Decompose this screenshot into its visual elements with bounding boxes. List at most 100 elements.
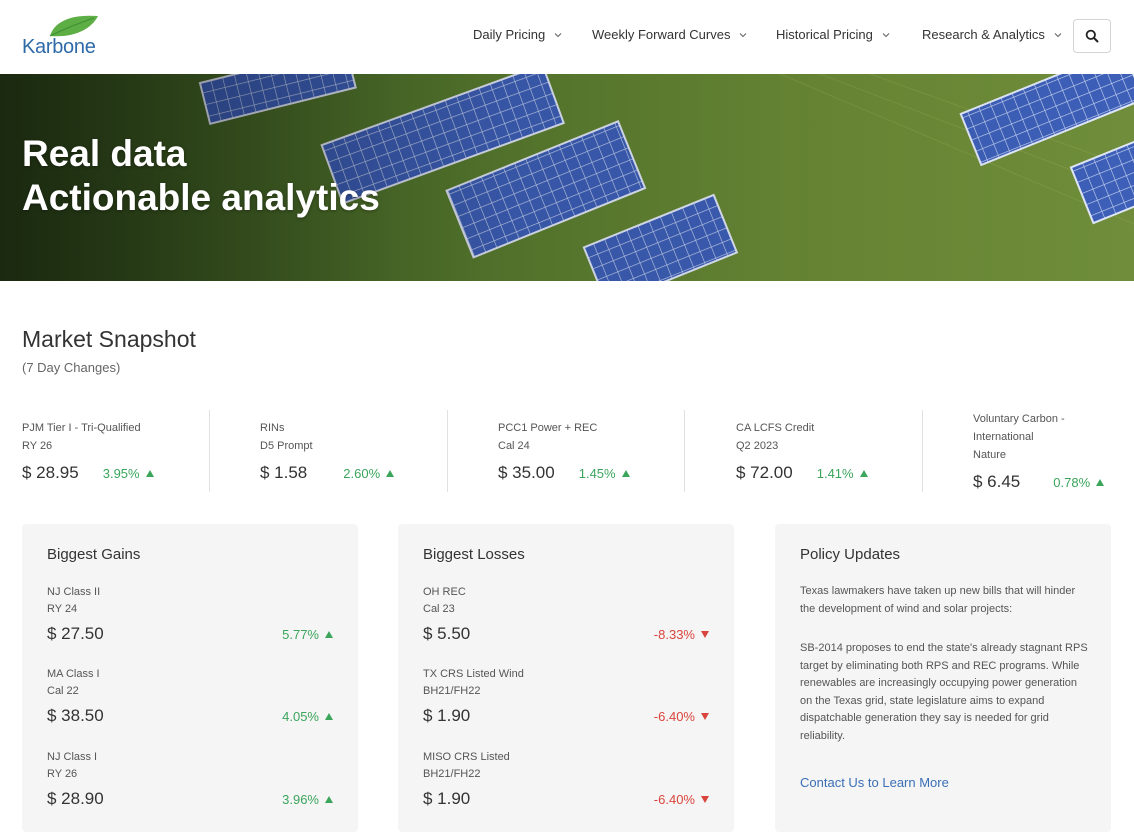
list-item[interactable]: MA Class I Cal 22 $ 38.50 4.05% — [47, 666, 333, 726]
card-title: Biggest Gains — [47, 546, 141, 563]
divider-line — [209, 410, 210, 492]
product-values: $ 38.50 4.05% — [47, 706, 333, 726]
up-arrow-icon — [325, 712, 333, 720]
product-price: $ 27.50 — [47, 624, 104, 643]
ticker-name: Voluntary Carbon - — [973, 413, 1065, 425]
product-name: OH REC — [423, 586, 466, 598]
policy-details: SB-2014 proposes to end the state's alre… — [800, 642, 1088, 742]
divider-line — [922, 410, 923, 492]
ticker-change: 1.41% — [817, 466, 868, 481]
contact-us-link[interactable]: Contact Us to Learn More — [800, 775, 949, 790]
change-value: 3.95% — [102, 466, 140, 481]
ticker-item[interactable]: PCC1 Power + REC Cal 24 $ 35.00 1.45% — [498, 410, 678, 492]
product-price: $ 38.50 — [47, 706, 104, 725]
chevron-down-icon — [882, 32, 890, 37]
ticker-divider — [209, 410, 210, 492]
list-item[interactable]: NJ Class I RY 26 $ 28.90 3.96% — [47, 749, 333, 809]
product-values: $ 1.90 -6.40% — [423, 706, 709, 726]
nav-label: Historical Pricing — [776, 27, 873, 42]
product-price: $ 1.90 — [423, 706, 471, 725]
card-title: Policy Updates — [800, 546, 901, 563]
product-change: -6.40% — [654, 709, 709, 724]
chevron-down-icon — [554, 32, 562, 37]
ticker-divider — [922, 410, 923, 492]
ticker-values: $ 1.58 2.60% — [260, 463, 440, 483]
chevron-down-icon — [1054, 32, 1062, 37]
product-price: $ 5.50 — [423, 624, 471, 643]
ticker-divider — [447, 410, 448, 492]
product-term: RY 26 — [47, 768, 78, 780]
ticker-name: PJM Tier I - Tri-Qualified — [22, 422, 141, 434]
change-value: -8.33% — [653, 626, 695, 642]
search-icon — [1085, 29, 1099, 43]
product-change: 4.05% — [282, 709, 333, 724]
ticker-term: Q2 2023 — [736, 440, 779, 452]
ticker-item[interactable]: CA LCFS Credit Q2 2023 $ 72.00 1.41% — [736, 410, 916, 492]
chevron-down-icon — [740, 32, 747, 37]
up-arrow-icon — [145, 470, 154, 477]
list-item[interactable]: OH REC Cal 23 $ 5.50 -8.33% — [423, 584, 709, 644]
product-values: $ 27.50 5.77% — [47, 624, 333, 644]
section-title: Market Snapshot — [22, 326, 196, 352]
nav-daily-pricing[interactable]: Daily Pricing — [473, 27, 562, 42]
ticker-price: $ 28.95 — [22, 463, 79, 482]
up-arrow-icon — [325, 795, 333, 803]
ticker-item[interactable]: PJM Tier I - Tri-Qualified RY 26 $ 28.95… — [22, 410, 202, 492]
product-values: $ 28.90 3.96% — [47, 789, 333, 809]
ticker-price: $ 72.00 — [736, 463, 793, 482]
biggest-gains-card: Biggest Gains NJ Class II RY 24 $ 27.50 … — [22, 524, 358, 832]
karbone-logo[interactable]: Karbone — [22, 14, 112, 62]
ticker-values: $ 6.45 0.78% — [973, 472, 1123, 492]
product-change: -6.40% — [654, 792, 709, 807]
hero-line-2: Actionable analytics — [22, 177, 380, 218]
ticker-name-3: Nature — [973, 449, 1007, 461]
ticker-term: Cal 24 — [498, 440, 530, 452]
policy-updates-card: Policy Updates Texas lawmakers have take… — [775, 524, 1111, 832]
ticker-name-2: International — [973, 431, 1034, 443]
divider-line — [447, 410, 448, 492]
change-value: 1.45% — [578, 466, 616, 481]
up-arrow-icon — [386, 470, 395, 477]
product-price: $ 1.90 — [423, 789, 471, 808]
search-button[interactable] — [1073, 19, 1111, 53]
change-value: 0.78% — [1053, 475, 1091, 490]
ticker-price: $ 6.45 — [973, 472, 1021, 491]
ticker-values: $ 35.00 1.45% — [498, 463, 678, 483]
divider-line — [684, 410, 685, 492]
section-subtitle: (7 Day Changes) — [22, 360, 121, 375]
ticker-change: 2.60% — [343, 466, 395, 481]
product-change: 5.77% — [282, 627, 333, 642]
card-title: Biggest Losses — [423, 546, 525, 563]
list-item[interactable]: NJ Class II RY 24 $ 27.50 5.77% — [47, 584, 333, 644]
change-value: 1.41% — [816, 466, 854, 481]
product-name: NJ Class II — [47, 586, 101, 598]
ticker-term: D5 Prompt — [260, 440, 313, 452]
product-price: $ 28.90 — [47, 789, 104, 808]
ticker-item[interactable]: RINs D5 Prompt $ 1.58 2.60% — [260, 410, 440, 492]
list-item[interactable]: TX CRS Listed Wind BH21/FH22 $ 1.90 -6.4… — [423, 666, 709, 726]
leaf-icon — [49, 15, 98, 37]
ticker-values: $ 72.00 1.41% — [736, 463, 916, 483]
nav-label: Research & Analytics — [922, 27, 1045, 42]
ticker-item[interactable]: Voluntary Carbon - International Nature … — [973, 410, 1123, 492]
down-arrow-icon — [701, 630, 709, 638]
nav-weekly-forward-curves[interactable]: Weekly Forward Curves — [592, 27, 747, 42]
ticker-name: PCC1 Power + REC — [498, 422, 598, 434]
product-term: RY 24 — [47, 603, 78, 615]
ticker-term: RY 26 — [22, 440, 53, 452]
change-value: 3.96% — [282, 791, 319, 807]
product-name: MISO CRS Listed — [423, 751, 510, 763]
product-term: BH21/FH22 — [423, 685, 481, 697]
site-header: Karbone Daily Pricing Weekly Forward Cur… — [0, 0, 1134, 74]
nav-label: Daily Pricing — [473, 27, 546, 42]
list-item[interactable]: MISO CRS Listed BH21/FH22 $ 1.90 -6.40% — [423, 749, 709, 809]
change-value: 4.05% — [282, 708, 319, 724]
nav-research-analytics[interactable]: Research & Analytics — [922, 27, 1062, 42]
nav-historical-pricing[interactable]: Historical Pricing — [776, 27, 890, 42]
policy-intro: Texas lawmakers have taken up new bills … — [800, 585, 1076, 615]
change-value: -6.40% — [653, 708, 695, 724]
hero-line-1: Real data — [22, 133, 187, 174]
hero-banner: Real data Actionable analytics — [0, 74, 1134, 281]
product-change: 3.96% — [282, 792, 333, 807]
product-name: NJ Class I — [47, 751, 98, 763]
